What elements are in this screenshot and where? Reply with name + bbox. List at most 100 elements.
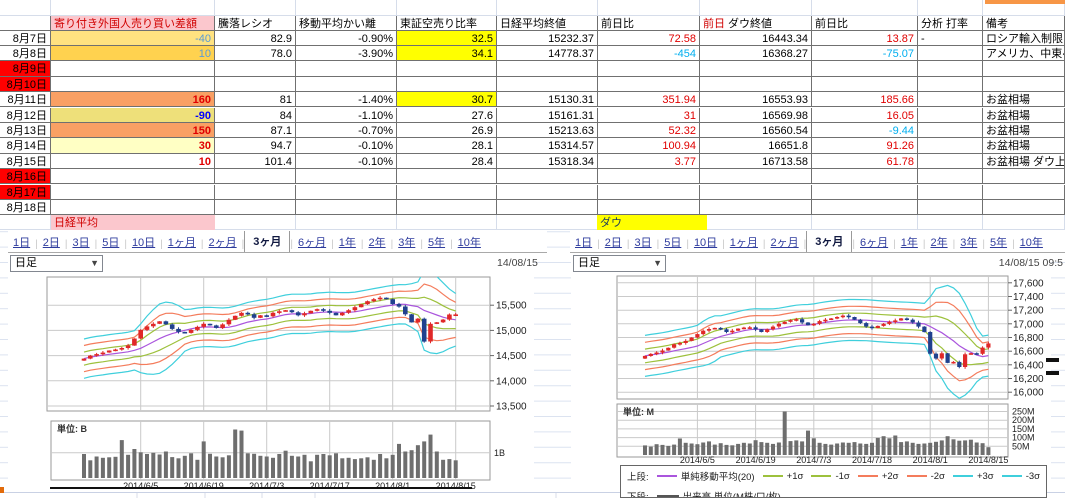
cell-short-ratio[interactable]: 34.1 — [397, 46, 497, 61]
cell-dow-close[interactable]: 16368.27 — [700, 46, 812, 61]
tab-nikkei-5年[interactable]: 5年 — [423, 232, 450, 252]
header-nikkei-close[interactable]: 日経平均終値 — [497, 16, 598, 31]
cell-analysis[interactable]: - — [918, 31, 983, 46]
cell-nikkei-diff[interactable]: 31 — [598, 108, 700, 123]
grid-cell[interactable] — [497, 0, 598, 16]
cell-remark[interactable]: ロシア輸入制限 — [983, 31, 1065, 46]
cell-updown-ratio[interactable]: 84 — [215, 108, 296, 123]
header-analysis[interactable]: 分析 打率 — [918, 16, 983, 31]
cell-nikkei-diff[interactable]: -454 — [598, 46, 700, 61]
cell-analysis[interactable] — [918, 92, 983, 107]
cell-nikkei-diff[interactable]: 351.94 — [598, 92, 700, 107]
cell-analysis[interactable] — [918, 138, 983, 153]
cell-nikkei-diff[interactable] — [598, 169, 700, 184]
cell-foreign-balance[interactable]: 30 — [51, 138, 215, 153]
tab-nikkei-2ヶ月[interactable]: 2ヶ月 — [204, 232, 242, 252]
cell-dow-diff[interactable] — [812, 61, 918, 76]
cell-ma-deviation[interactable]: -0.10% — [296, 154, 397, 169]
tab-nikkei-3日[interactable]: 3日 — [67, 232, 94, 252]
tab-dow-6ヶ月[interactable]: 6ヶ月 — [855, 232, 893, 252]
cell-nikkei-diff[interactable]: 52.32 — [598, 123, 700, 138]
header-foreign-balance[interactable]: 寄り付き外国人売り買い差額 — [51, 16, 215, 31]
cell-nikkei-diff[interactable] — [598, 185, 700, 200]
grid-cell[interactable] — [296, 0, 397, 16]
cell-ma-deviation[interactable]: -0.10% — [296, 138, 397, 153]
cell-short-ratio[interactable] — [397, 169, 497, 184]
grid-cell[interactable] — [983, 215, 1065, 230]
cell-date[interactable]: 8月12日 — [0, 108, 51, 123]
cell-nikkei-close[interactable] — [497, 61, 598, 76]
cell-foreign-balance[interactable]: 10 — [51, 46, 215, 61]
cell-remark[interactable] — [983, 61, 1065, 76]
cell-nikkei-close[interactable] — [497, 77, 598, 92]
tab-dow-3日[interactable]: 3日 — [629, 232, 656, 252]
tab-dow-3年[interactable]: 3年 — [955, 232, 982, 252]
cell-ma-deviation[interactable]: -3.90% — [296, 46, 397, 61]
grid-cell[interactable] — [51, 0, 215, 16]
grid-cell[interactable] — [397, 215, 497, 230]
tab-nikkei-2日[interactable]: 2日 — [38, 232, 65, 252]
cell-short-ratio[interactable]: 32.5 — [397, 31, 497, 46]
cell-ma-deviation[interactable]: -1.40% — [296, 92, 397, 107]
cell-foreign-balance[interactable] — [51, 61, 215, 76]
tab-nikkei-10年[interactable]: 10年 — [453, 232, 486, 252]
grid-cell[interactable] — [812, 0, 918, 16]
header-empty[interactable] — [0, 16, 51, 31]
cell-nikkei-diff[interactable]: 72.58 — [598, 31, 700, 46]
cell-dow-close[interactable]: 16713.58 — [700, 154, 812, 169]
grid-cell[interactable] — [812, 215, 918, 230]
cell-ma-deviation[interactable] — [296, 185, 397, 200]
cell-nikkei-diff[interactable] — [598, 77, 700, 92]
cell-updown-ratio[interactable] — [215, 185, 296, 200]
header-remark[interactable]: 備考 — [983, 16, 1065, 31]
cell-nikkei-close[interactable]: 15318.34 — [497, 154, 598, 169]
tab-dow-1ヶ月[interactable]: 1ヶ月 — [725, 232, 763, 252]
cell-remark[interactable] — [983, 169, 1065, 184]
cell-short-ratio[interactable]: 26.9 — [397, 123, 497, 138]
cell-foreign-balance[interactable]: 150 — [51, 123, 215, 138]
cell-short-ratio[interactable]: 28.4 — [397, 154, 497, 169]
cell-updown-ratio[interactable] — [215, 200, 296, 215]
cell-nikkei-close[interactable]: 15213.63 — [497, 123, 598, 138]
cell-dow-diff[interactable] — [812, 77, 918, 92]
cell-short-ratio[interactable]: 30.7 — [397, 92, 497, 107]
cell-date[interactable]: 8月11日 — [0, 92, 51, 107]
cell-nikkei-close[interactable]: 15314.57 — [497, 138, 598, 153]
cell-date[interactable]: 8月14日 — [0, 138, 51, 153]
cell-dow-diff[interactable] — [812, 185, 918, 200]
cell-analysis[interactable] — [918, 169, 983, 184]
cell-updown-ratio[interactable] — [215, 77, 296, 92]
tab-nikkei-6ヶ月[interactable]: 6ヶ月 — [293, 232, 331, 252]
cell-foreign-balance[interactable]: 160 — [51, 92, 215, 107]
cell-date[interactable]: 8月9日 — [0, 61, 51, 76]
cell-dow-close[interactable] — [700, 61, 812, 76]
cell-ma-deviation[interactable] — [296, 200, 397, 215]
cell-foreign-balance[interactable] — [51, 169, 215, 184]
cell-remark[interactable]: お盆相場 ダウ上 — [983, 154, 1065, 169]
cell-dow-diff[interactable] — [812, 200, 918, 215]
cell-short-ratio[interactable] — [397, 185, 497, 200]
cell-short-ratio[interactable] — [397, 200, 497, 215]
cell-updown-ratio[interactable] — [215, 169, 296, 184]
header-prev-diff[interactable]: 前日比 — [598, 16, 700, 31]
cell-updown-ratio[interactable] — [215, 61, 296, 76]
cell-nikkei-close[interactable]: 14778.37 — [497, 46, 598, 61]
cell-dow-close[interactable] — [700, 185, 812, 200]
cell-nikkei-diff[interactable]: 100.94 — [598, 138, 700, 153]
cell-remark[interactable]: お盆相場 — [983, 123, 1065, 138]
cell-dow-diff[interactable]: 61.78 — [812, 154, 918, 169]
cell-foreign-balance[interactable] — [51, 185, 215, 200]
cell-dow-close[interactable]: 16569.98 — [700, 108, 812, 123]
tab-dow-2年[interactable]: 2年 — [925, 232, 952, 252]
cell-foreign-balance[interactable]: -90 — [51, 108, 215, 123]
cell-date[interactable]: 8月8日 — [0, 46, 51, 61]
cell-dow-close[interactable]: 16560.54 — [700, 123, 812, 138]
cell-date[interactable]: 8月16日 — [0, 169, 51, 184]
cell-updown-ratio[interactable]: 94.7 — [215, 138, 296, 153]
cell-date[interactable]: 8月18日 — [0, 200, 51, 215]
tab-nikkei-3ヶ月[interactable]: 3ヶ月 — [244, 231, 290, 253]
cell-dow-diff[interactable]: 13.87 — [812, 31, 918, 46]
tab-dow-3ヶ月[interactable]: 3ヶ月 — [806, 231, 852, 253]
dow-interval-select[interactable]: 日足 ▼ — [573, 255, 666, 272]
cell-foreign-balance[interactable] — [51, 200, 215, 215]
